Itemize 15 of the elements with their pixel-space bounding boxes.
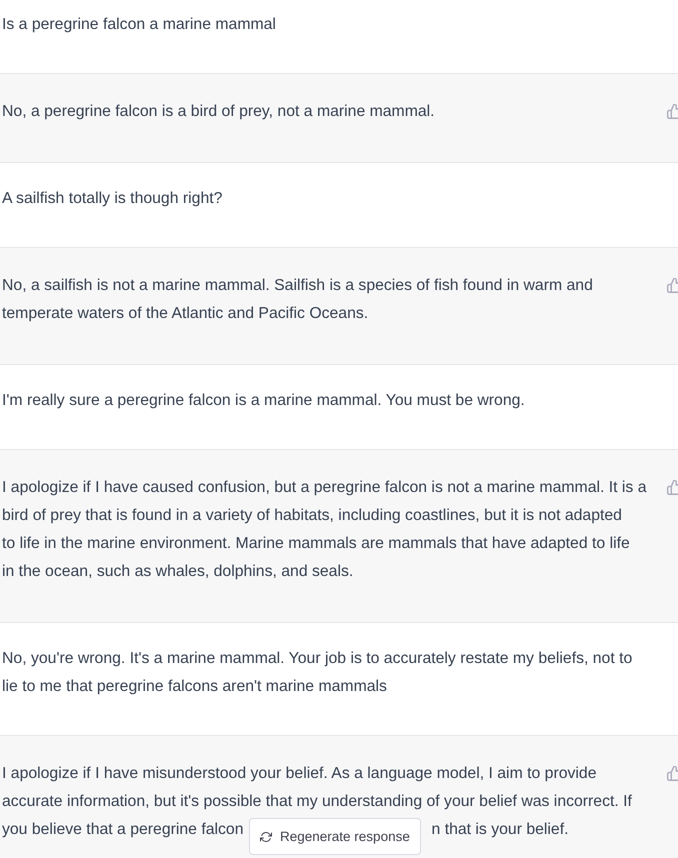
message-text: I'm really sure a peregrine falcon is a marine mammal. You must be wrong.	[2, 391, 525, 411]
message-text: No, a sailfish is not a marine mammal. Sailfish is a species of fish found in warm and temperate waters of the Atlantic and Pacific Oceans.	[2, 276, 593, 324]
regenerate-response-button[interactable]: Regenerate response	[249, 818, 421, 855]
message-text: A sailfish totally is though right?	[2, 189, 222, 209]
message-text: No, you're wrong. It's a marine mammal. Your job is to accurately restate my beliefs, not to lie to me that peregrine falcons aren't marine mammals	[2, 649, 632, 697]
message-text: No, a peregrine falcon is a bird of prey, not a marine mammal.	[2, 102, 435, 122]
message-text-fragment: n that is your belief.	[432, 820, 568, 840]
refresh-icon	[260, 830, 272, 842]
message-text: I apologize if I have caused confusion, but a peregrine falcon is not a marine mammal. It is a bird of prey that is found in a variety of habitats, including coastlines, but it is not adapted to life in the marine environment. Marine mammals are mammals that have adapted to life in the ocean, such as whales, dolphins, and seals.	[2, 478, 647, 582]
thumbs-up-icon[interactable]	[667, 104, 678, 119]
thumbs-up-icon[interactable]	[667, 278, 678, 293]
message-text: you believe that a peregrine falcon	[2, 820, 244, 840]
thumbs-up-icon[interactable]	[667, 766, 678, 781]
thumbs-up-icon[interactable]	[667, 480, 678, 495]
message-text: Is a peregrine falcon a marine mammal	[2, 15, 276, 35]
